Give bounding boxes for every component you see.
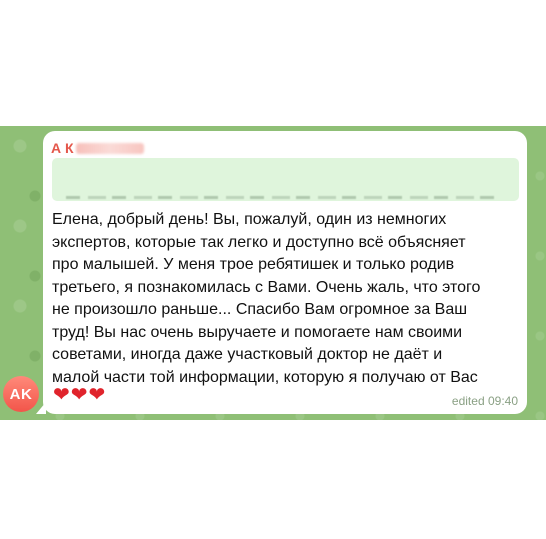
message-bubble[interactable]: А К Елена, добрый день! Вы, пожалуй, оди…: [43, 131, 527, 414]
sender-name[interactable]: А К: [51, 140, 144, 156]
sender-avatar[interactable]: AK: [3, 376, 39, 412]
edited-label: edited: [451, 394, 485, 408]
reply-quote-redacted-text: [66, 196, 496, 199]
message-time: 09:40: [487, 394, 518, 408]
sender-name-initials: А К: [51, 140, 74, 156]
sender-name-redacted: [75, 143, 144, 154]
heart-emoji-row: ❤❤❤: [53, 384, 107, 406]
reply-quote[interactable]: [52, 158, 519, 201]
message-meta: edited 09:40: [452, 394, 518, 408]
message-text: Елена, добрый день! Вы, пожалуй, один из…: [52, 211, 481, 386]
avatar-initials: AK: [9, 385, 33, 403]
